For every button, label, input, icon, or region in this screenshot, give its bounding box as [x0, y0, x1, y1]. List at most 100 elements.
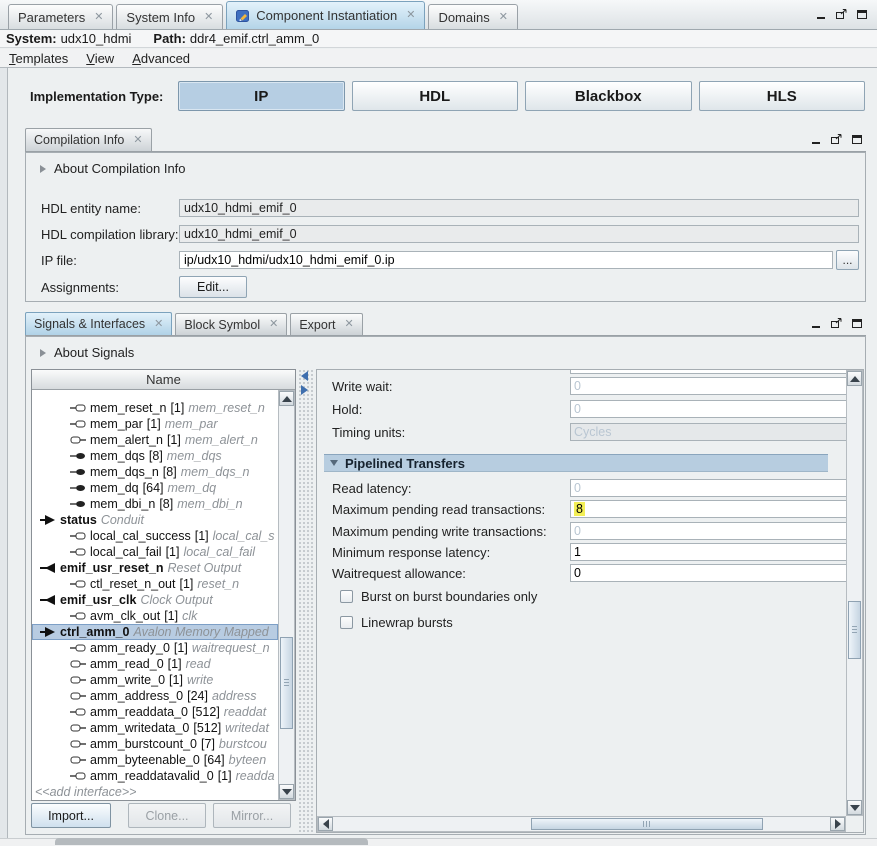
tree-row-amm_ready_0[interactable]: amm_ready_0[1]waitrequest_n: [32, 640, 278, 656]
tree-row-ctrl_amm_0[interactable]: ctrl_amm_0Avalon Memory Mapped: [32, 624, 278, 640]
tree-row-amm_readdata_0[interactable]: amm_readdata_0[512]readdat: [32, 704, 278, 720]
maximize-icon[interactable]: [851, 134, 863, 145]
tree-row-mem_alert_n[interactable]: mem_alert_n[1]mem_alert_n: [32, 432, 278, 448]
tree-row-local_cal_fail[interactable]: local_cal_fail[1]local_cal_fail: [32, 544, 278, 560]
collapse-left-icon[interactable]: [301, 371, 308, 381]
tab-parameters[interactable]: Parameters✕: [8, 4, 113, 29]
field-input[interactable]: 8: [570, 500, 846, 518]
tree-row-amm_byteenable_0[interactable]: amm_byteenable_0[64]byteen: [32, 752, 278, 768]
menu-advanced[interactable]: Advanced: [132, 51, 190, 66]
impl-type-blackbox-button[interactable]: Blackbox: [525, 81, 692, 111]
checkbox[interactable]: [340, 616, 353, 629]
interface-in-icon: [40, 595, 56, 605]
close-icon[interactable]: ✕: [269, 319, 278, 330]
tab-system-info[interactable]: System Info✕: [116, 4, 223, 29]
ip-file-field[interactable]: ip/udx10_hdmi/udx10_hdmi_emif_0.ip: [179, 251, 833, 269]
scroll-down-icon[interactable]: [279, 784, 294, 799]
details-vertical-scrollbar[interactable]: [846, 370, 863, 816]
menu-templates[interactable]: Templates: [9, 51, 68, 66]
tab-component-instantiation[interactable]: Component Instantiation✕: [226, 1, 425, 29]
tree-row-mem_reset_n[interactable]: mem_reset_n[1]mem_reset_n: [32, 400, 278, 416]
close-icon[interactable]: ✕: [499, 12, 508, 23]
tree-row-mem_dqs[interactable]: mem_dqs[8]mem_dqs: [32, 448, 278, 464]
scrollbar-thumb[interactable]: [848, 601, 861, 659]
maximize-icon[interactable]: [856, 9, 868, 20]
tab-domains[interactable]: Domains✕: [428, 4, 518, 29]
signal-role: byteen: [229, 753, 267, 767]
minimize-icon[interactable]: [811, 134, 822, 145]
signal-name: emif_usr_clk: [60, 593, 136, 607]
tree-row-mem_dq[interactable]: mem_dq[64]mem_dq: [32, 480, 278, 496]
field-input: 0: [570, 377, 846, 395]
tree-name-header[interactable]: Name: [32, 370, 295, 390]
float-icon[interactable]: [830, 317, 843, 329]
import-button[interactable]: Import...: [31, 803, 111, 828]
pipelined-transfers-section-header[interactable]: Pipelined Transfers: [324, 454, 828, 472]
signal-name: mem_dq: [90, 481, 139, 495]
tree-vertical-scrollbar[interactable]: [278, 390, 295, 800]
scroll-left-icon[interactable]: [318, 817, 333, 831]
tree-row-amm_write_0[interactable]: amm_write_0[1]write: [32, 672, 278, 688]
scrollbar-thumb[interactable]: [280, 637, 293, 729]
mirror-button: Mirror...: [213, 803, 291, 828]
tree-row-ctl_reset_n_out[interactable]: ctl_reset_n_out[1]reset_n: [32, 576, 278, 592]
tree-row-mem_dqs_n[interactable]: mem_dqs_n[8]mem_dqs_n: [32, 464, 278, 480]
close-icon[interactable]: ✕: [133, 135, 142, 146]
ip-file-browse-button[interactable]: ...: [836, 250, 859, 270]
minimize-icon[interactable]: [811, 318, 822, 329]
detail-row-minimum-response-latency: Minimum response latency:1: [317, 543, 846, 563]
field-input[interactable]: 1: [570, 543, 846, 561]
tab-block-symbol[interactable]: Block Symbol✕: [175, 313, 287, 335]
close-icon[interactable]: ✕: [344, 319, 353, 330]
tree-row-avm_clk_out[interactable]: avm_clk_out[1]clk: [32, 608, 278, 624]
scroll-up-icon[interactable]: [279, 391, 294, 406]
float-icon[interactable]: [830, 133, 843, 145]
signal-role: Avalon Memory Mapped: [134, 625, 269, 639]
tree-row-status[interactable]: statusConduit: [32, 512, 278, 528]
close-icon[interactable]: ✕: [94, 12, 103, 23]
signal-role: Conduit: [101, 513, 144, 527]
tree-row-amm_address_0[interactable]: amm_address_0[24]address: [32, 688, 278, 704]
impl-type-hdl-button[interactable]: HDL: [352, 81, 519, 111]
bottom-panel-tab[interactable]: [55, 838, 368, 845]
scroll-right-icon[interactable]: [830, 817, 845, 831]
tree-row-local_cal_success[interactable]: local_cal_success[1]local_cal_s: [32, 528, 278, 544]
tree-row-amm_burstcount_0[interactable]: amm_burstcount_0[7]burstcou: [32, 736, 278, 752]
tree-row-amm_writedata_0[interactable]: amm_writedata_0[512]writedat: [32, 720, 278, 736]
minimize-icon[interactable]: [816, 9, 827, 20]
tree-row-emif_usr_clk[interactable]: emif_usr_clkClock Output: [32, 592, 278, 608]
tree-row-amm_readdatavalid_0[interactable]: amm_readdatavalid_0[1]readda: [32, 768, 278, 784]
field-input[interactable]: 0: [570, 564, 846, 582]
tree-row-mem_par[interactable]: mem_par[1]mem_par: [32, 416, 278, 432]
tree-row-mem_dbi_n[interactable]: mem_dbi_n[8]mem_dbi_n: [32, 496, 278, 512]
scrollbar-thumb[interactable]: [531, 818, 763, 830]
details-horizontal-scrollbar[interactable]: [317, 816, 846, 832]
impl-type-ip-button[interactable]: IP: [178, 81, 345, 111]
detail-row-read-latency: Read latency:0: [317, 479, 846, 499]
tree-row-amm_read_0[interactable]: amm_read_0[1]read: [32, 656, 278, 672]
tab-signals-interfaces[interactable]: Signals & Interfaces✕: [25, 312, 172, 335]
about-signals[interactable]: About Signals: [40, 345, 134, 360]
scroll-up-icon[interactable]: [847, 371, 862, 386]
add-interface-row[interactable]: <<add interface>>: [32, 784, 278, 800]
menu-view[interactable]: View: [86, 51, 114, 66]
collapse-right-icon[interactable]: [301, 385, 308, 395]
field-label: Write wait:: [332, 379, 392, 394]
about-compilation-info[interactable]: About Compilation Info: [40, 161, 186, 176]
signal-width: [64]: [204, 753, 225, 767]
tab-export[interactable]: Export✕: [290, 313, 362, 335]
close-icon[interactable]: ✕: [154, 319, 163, 330]
scroll-down-icon[interactable]: [847, 800, 862, 815]
close-icon[interactable]: ✕: [204, 12, 213, 23]
panel-splitter[interactable]: [298, 369, 314, 833]
maximize-icon[interactable]: [851, 318, 863, 329]
tree-row-emif_usr_reset_n[interactable]: emif_usr_reset_nReset Output: [32, 560, 278, 576]
close-icon[interactable]: ✕: [406, 10, 415, 21]
signal-role: readdat: [224, 705, 266, 719]
float-icon[interactable]: [835, 8, 848, 20]
tab-compilation-info[interactable]: Compilation Info ✕: [25, 128, 152, 151]
assignments-edit-button[interactable]: Edit...: [179, 276, 247, 298]
signal-width: [8]: [163, 465, 177, 479]
checkbox[interactable]: [340, 590, 353, 603]
impl-type-hls-button[interactable]: HLS: [699, 81, 866, 111]
